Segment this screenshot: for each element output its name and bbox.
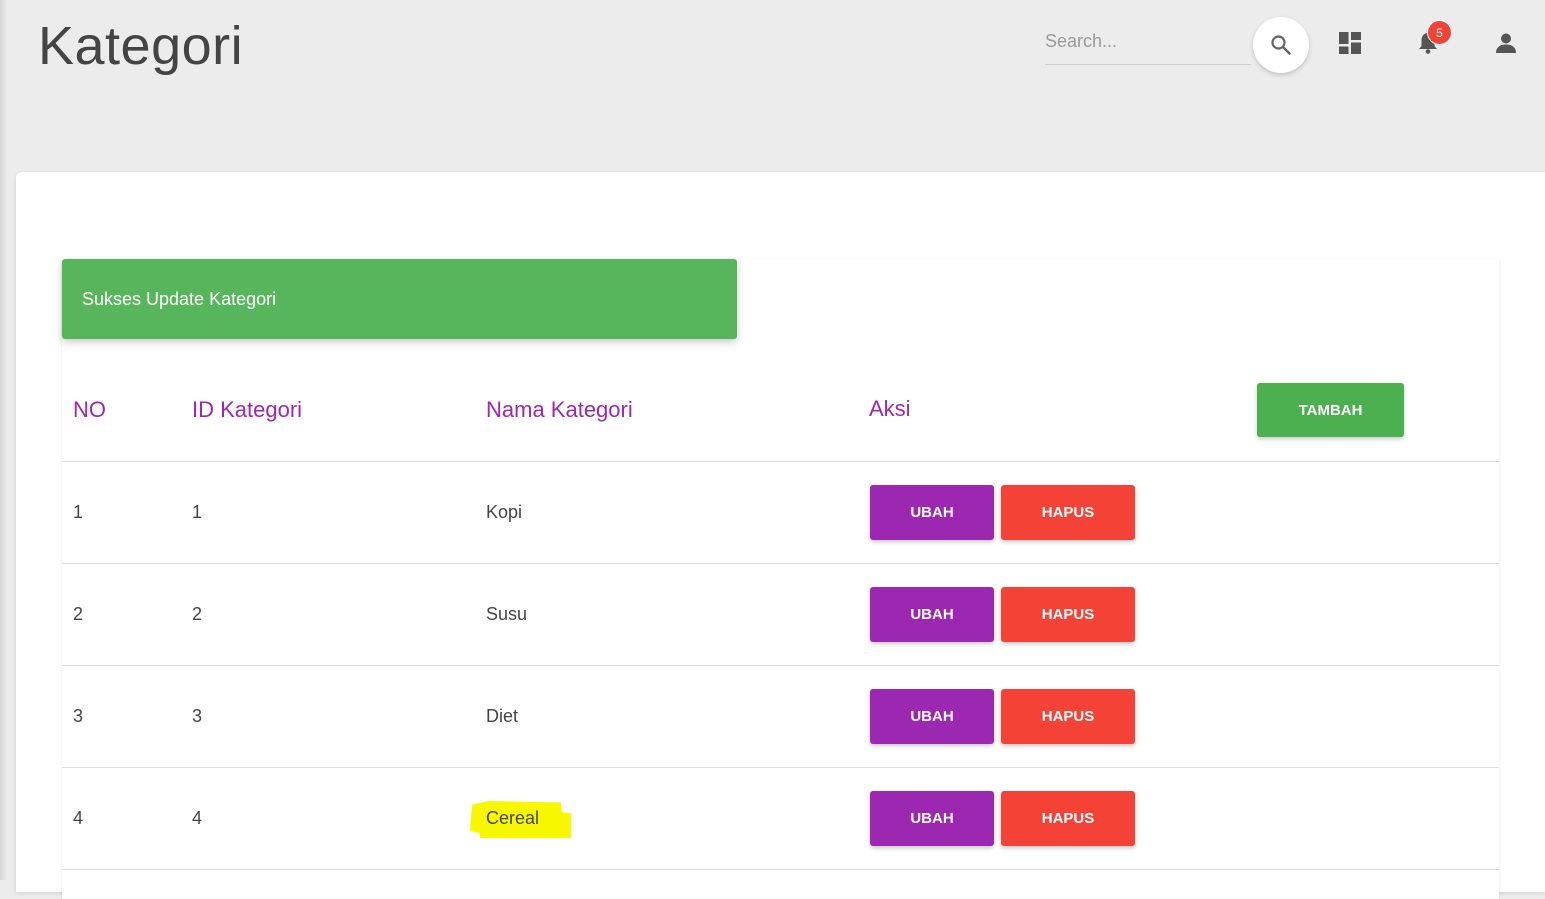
search-input[interactable]	[1045, 22, 1245, 60]
row-id: 4	[192, 808, 203, 828]
search-button[interactable]	[1253, 17, 1309, 73]
row-no: 2	[73, 604, 84, 624]
header-divider	[62, 461, 1499, 462]
row-name: Cereal	[486, 808, 540, 828]
column-header-name: Nama Kategori	[486, 397, 633, 422]
delete-button[interactable]: HAPUS	[1001, 587, 1135, 642]
account-button[interactable]	[1490, 27, 1522, 59]
row-name: Susu	[486, 604, 528, 624]
success-alert: Sukses Update Kategori	[62, 259, 737, 339]
search-field[interactable]	[1045, 22, 1251, 65]
edit-button[interactable]: UBAH	[870, 587, 994, 642]
edit-button[interactable]: UBAH	[870, 689, 994, 744]
row-name: Kopi	[486, 502, 523, 522]
row-divider	[62, 767, 1499, 768]
notification-count-badge: 5	[1427, 20, 1452, 45]
edit-button[interactable]: UBAH	[870, 485, 994, 540]
search-icon	[1271, 35, 1291, 55]
column-header-actions: Aksi	[869, 396, 911, 421]
row-no: 3	[73, 706, 84, 726]
page-title: Kategori	[38, 16, 244, 76]
delete-button[interactable]: HAPUS	[1001, 485, 1135, 540]
dashboard-icon	[1339, 32, 1361, 54]
row-divider	[62, 665, 1499, 666]
alert-message: Sukses Update Kategori	[82, 288, 277, 309]
column-header-no: NO	[73, 397, 106, 422]
row-name: Diet	[486, 706, 519, 726]
edit-button[interactable]: UBAH	[870, 791, 994, 846]
row-divider	[62, 563, 1499, 564]
person-icon	[1496, 33, 1516, 53]
delete-button[interactable]: HAPUS	[1001, 791, 1135, 846]
delete-button[interactable]: HAPUS	[1001, 689, 1135, 744]
row-divider	[62, 869, 1499, 870]
dashboard-button[interactable]	[1334, 27, 1366, 59]
table-panel	[62, 259, 1499, 899]
column-header-id: ID Kategori	[192, 397, 303, 422]
row-no: 4	[73, 808, 84, 828]
row-id: 2	[192, 604, 203, 624]
row-id: 1	[192, 502, 203, 522]
sidebar-edge	[0, 0, 8, 880]
row-id: 3	[192, 706, 203, 726]
row-no: 1	[73, 502, 84, 522]
add-category-button[interactable]: TAMBAH	[1257, 383, 1404, 437]
